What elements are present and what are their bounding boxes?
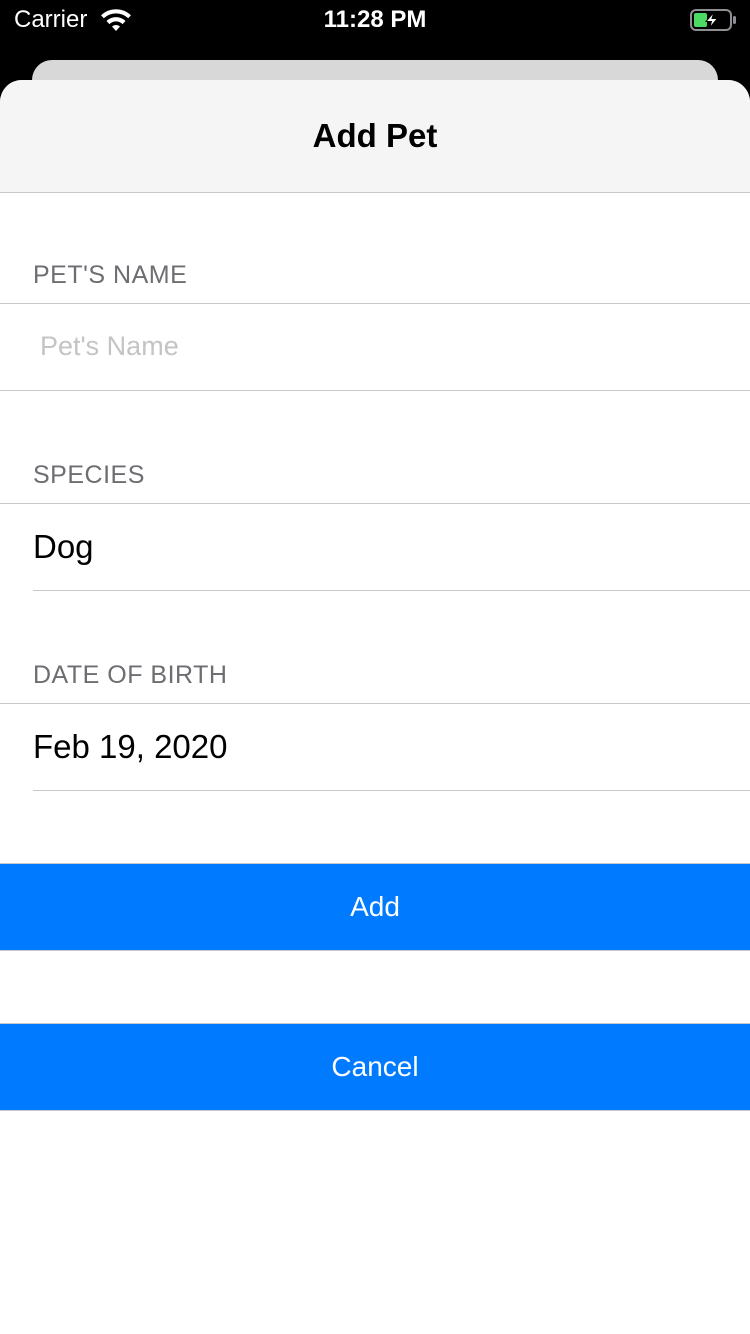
cancel-button[interactable]: Cancel [0,1023,750,1111]
section-header-pet-name: PET'S NAME [33,261,188,289]
section-header-species: SPECIES [33,461,145,489]
page-title: Add Pet [312,117,438,154]
separator [33,790,750,791]
separator [0,303,750,304]
separator [0,390,750,391]
clock-label: 11:28 PM [323,6,427,33]
screen: Carrier 11:28 PM Add Pet PET'S NAME Pet'… [0,0,750,1334]
separator [0,703,750,704]
navigation-bar: Add Pet [0,80,750,193]
status-bar: Carrier 11:28 PM [0,0,750,40]
section-header-date-of-birth: DATE OF BIRTH [33,661,228,689]
add-button[interactable]: Add [0,863,750,951]
separator [33,590,750,591]
species-picker-row[interactable]: Dog [33,527,94,567]
add-pet-sheet: Add Pet PET'S NAME SPECIES Dog DATE OF B… [0,80,750,1334]
date-of-birth-picker-row[interactable]: Feb 19, 2020 [33,727,228,767]
pet-name-input[interactable] [40,316,720,376]
battery-charging-icon [690,9,738,31]
separator [0,503,750,504]
